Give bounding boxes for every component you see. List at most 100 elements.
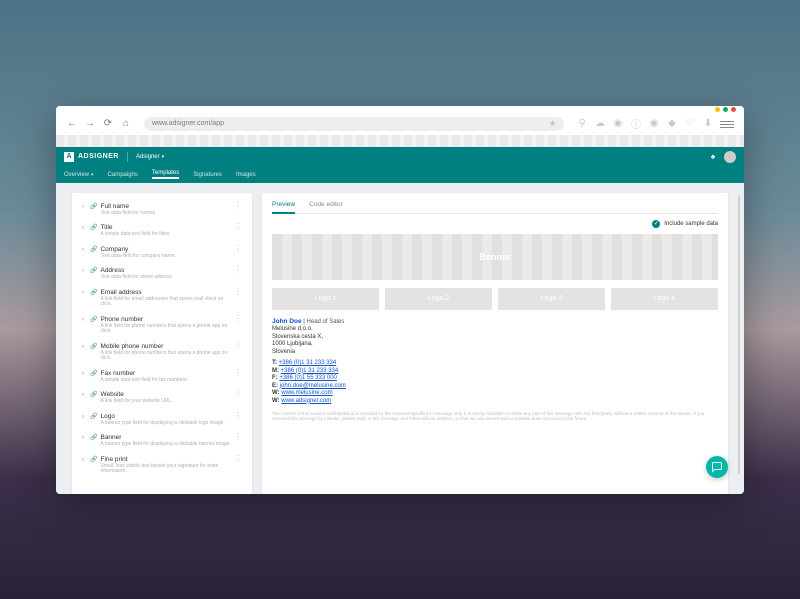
more-icon[interactable]: ⋮ — [234, 413, 242, 419]
field-row[interactable]: ›🔗Mobile phone numberA link field for ph… — [72, 339, 252, 366]
sig-street: Slovenska cesta X, — [272, 334, 718, 342]
back-icon[interactable]: ← — [66, 118, 78, 130]
link-icon: 🔗 — [90, 456, 97, 463]
field-row[interactable]: ›🔗BannerA banner type field for displayi… — [72, 430, 252, 452]
banner-placeholder[interactable]: Banner — [272, 234, 718, 280]
sig-web-1[interactable]: www.melusine.com — [281, 390, 332, 396]
scrollbar[interactable] — [738, 196, 740, 474]
url-text: www.adsigner.com/app — [152, 120, 224, 127]
sig-email[interactable]: john.doe@melusine.com — [280, 383, 346, 389]
chevron-right-icon: › — [82, 225, 84, 231]
chevron-right-icon: › — [82, 247, 84, 253]
chevron-right-icon: › — [82, 392, 84, 398]
logo-4[interactable]: Logo 4 — [611, 288, 718, 310]
sig-mobile[interactable]: +386 (0)1 31 233 334 — [281, 368, 339, 374]
avatar[interactable] — [724, 151, 736, 163]
field-title: Company — [100, 246, 234, 253]
field-desc: Small, less visible text beside your sig… — [100, 464, 234, 475]
workspace-selector[interactable]: Adsigner▾ — [136, 154, 164, 160]
minimize-dot[interactable] — [715, 107, 720, 112]
more-icon[interactable]: ⋮ — [234, 203, 242, 209]
hamburger-menu-icon[interactable] — [720, 120, 734, 128]
forward-icon[interactable]: → — [84, 118, 96, 130]
more-icon[interactable]: ⋮ — [234, 316, 242, 322]
field-title: Full name — [100, 203, 234, 210]
field-desc: Text data-field for company name. — [100, 254, 234, 260]
field-title: Banner — [100, 434, 234, 441]
chat-fab[interactable] — [706, 456, 728, 478]
sig-country: Slovenia — [272, 349, 718, 357]
tab-signatures[interactable]: Signatures — [193, 172, 222, 178]
field-row[interactable]: ›🔗Full nameText data-field for names.⋮ — [72, 199, 252, 221]
field-row[interactable]: ›🔗Fax numberA simple data text field for… — [72, 366, 252, 388]
link-icon: 🔗 — [90, 316, 97, 323]
tab-preview[interactable]: Preview — [272, 201, 295, 214]
link-icon: 🔗 — [90, 224, 97, 231]
cloud-icon[interactable]: ☁ — [594, 118, 606, 130]
sig-web-2[interactable]: www.adsigner.com — [281, 398, 331, 404]
download-icon[interactable]: ⬇ — [702, 118, 714, 130]
logo-2[interactable]: Logo 2 — [385, 288, 492, 310]
more-icon[interactable]: ⋮ — [234, 289, 242, 295]
field-row[interactable]: ›🔗Phone numberA link field for phone num… — [72, 312, 252, 339]
field-row[interactable]: › 🔗CompanyText data-field for company nam… — [72, 242, 252, 264]
more-icon[interactable]: ⋮ — [234, 267, 242, 273]
notification-icon[interactable]: ♠ — [708, 152, 718, 162]
tab-code-editor[interactable]: Code editor — [309, 201, 343, 213]
reload-icon[interactable]: ⟳ — [102, 118, 114, 130]
field-desc: A banner type field for displaying a cli… — [100, 421, 234, 427]
tab-campaigns[interactable]: Campaigns — [108, 172, 138, 178]
app-logo-icon[interactable]: A — [64, 152, 74, 162]
chevron-right-icon: › — [82, 435, 84, 441]
sig-role: Head of Sales — [307, 319, 345, 325]
more-icon[interactable]: ⋮ — [234, 456, 242, 462]
close-dot[interactable] — [731, 107, 736, 112]
browser-toolbar: ← → ⟳ ⌂ www.adsigner.com/app ★ ⚲ ☁ ◉ ⓘ ◉… — [56, 113, 744, 135]
info-icon[interactable]: ⓘ — [630, 118, 642, 130]
sig-phone[interactable]: +386 (0)1 31 233 334 — [279, 360, 337, 366]
home-icon[interactable]: ⌂ — [120, 118, 132, 130]
preview-panel: Preview Code editor ✓ Include sample dat… — [262, 193, 728, 494]
tab-templates[interactable]: Templates — [152, 170, 179, 179]
sig-city: 1000 Ljubljana, — [272, 341, 718, 349]
sig-fax[interactable]: +386 (0)1 55 333 000 — [279, 375, 337, 381]
field-row[interactable]: ›🔗WebsiteA link field for your website U… — [72, 387, 252, 409]
maximize-dot[interactable] — [723, 107, 728, 112]
field-title: Fax number — [100, 370, 234, 377]
include-sample-toggle[interactable]: ✓ Include sample data — [272, 214, 718, 234]
tab-overview[interactable]: Overview▾ — [64, 172, 94, 178]
field-row[interactable]: ›🔗Email addressA link field for email ad… — [72, 285, 252, 312]
link-icon: 🔗 — [90, 391, 97, 398]
link-icon: 🔗 — [90, 203, 97, 210]
logo-3[interactable]: Logo 3 — [498, 288, 605, 310]
field-row[interactable]: ›🔗AddressText data-field for street addr… — [72, 263, 252, 285]
divider — [127, 152, 128, 162]
more-icon[interactable]: ⋮ — [234, 224, 242, 230]
camera-icon-2[interactable]: ◉ — [648, 118, 660, 130]
field-row[interactable]: ›🔗Fine printSmall, less visible text bes… — [72, 452, 252, 479]
shield-icon[interactable]: ◆ — [666, 118, 678, 130]
logo-1[interactable]: Logo 1 — [272, 288, 379, 310]
field-title: Logo — [100, 413, 234, 420]
more-icon[interactable]: ⋮ — [234, 370, 242, 376]
browser-window: ← → ⟳ ⌂ www.adsigner.com/app ★ ⚲ ☁ ◉ ⓘ ◉… — [56, 106, 744, 494]
link-icon: 🔗 — [90, 370, 97, 377]
tab-images[interactable]: Images — [236, 172, 256, 178]
field-row[interactable]: ›🔗TitleA simple data text field for titl… — [72, 220, 252, 242]
app-header: A ADSIGNER Adsigner▾ ♠ — [56, 147, 744, 167]
link-icon: 🔗 — [90, 267, 97, 274]
search-icon[interactable]: ⚲ — [576, 118, 588, 130]
more-icon[interactable]: ⋮ — [234, 246, 242, 252]
bookmark-star-icon[interactable]: ★ — [549, 119, 556, 128]
heart-icon[interactable]: ♡ — [684, 118, 696, 130]
link-icon: 🔗 — [90, 413, 97, 420]
url-bar[interactable]: www.adsigner.com/app ★ — [144, 117, 564, 131]
more-icon[interactable]: ⋮ — [234, 391, 242, 397]
more-icon[interactable]: ⋮ — [234, 434, 242, 440]
more-icon[interactable]: ⋮ — [234, 343, 242, 349]
field-row[interactable]: ›🔗LogoA banner type field for displaying… — [72, 409, 252, 431]
link-icon: 🔗 — [90, 343, 97, 350]
link-icon: 🔗 — [90, 246, 97, 253]
camera-icon[interactable]: ◉ — [612, 118, 624, 130]
content-area: ›🔗Full nameText data-field for names.⋮›🔗… — [56, 183, 744, 494]
